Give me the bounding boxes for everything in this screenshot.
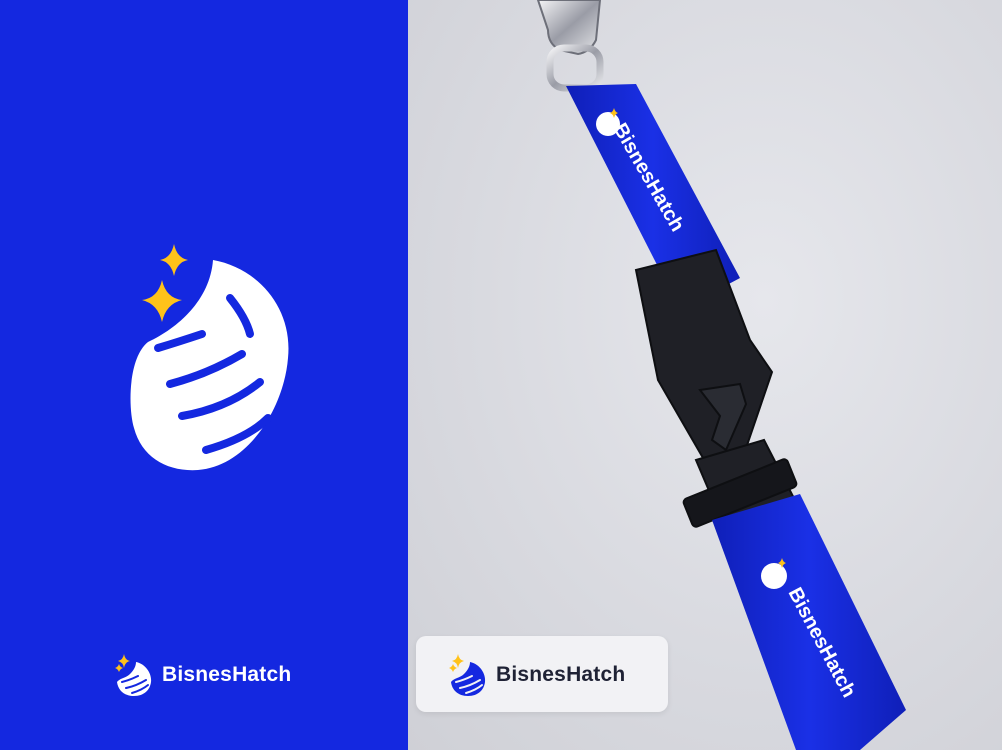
lanyard-clip <box>536 0 604 92</box>
globe-with-stars-small-icon <box>449 654 486 696</box>
brand-wordmark: BisnesHatch <box>496 663 626 686</box>
lanyard-strap-lower: BisnesHatch <box>712 494 906 750</box>
lanyard-buckle <box>634 248 802 542</box>
brand-lockup-color: BisnesHatch <box>446 652 625 698</box>
